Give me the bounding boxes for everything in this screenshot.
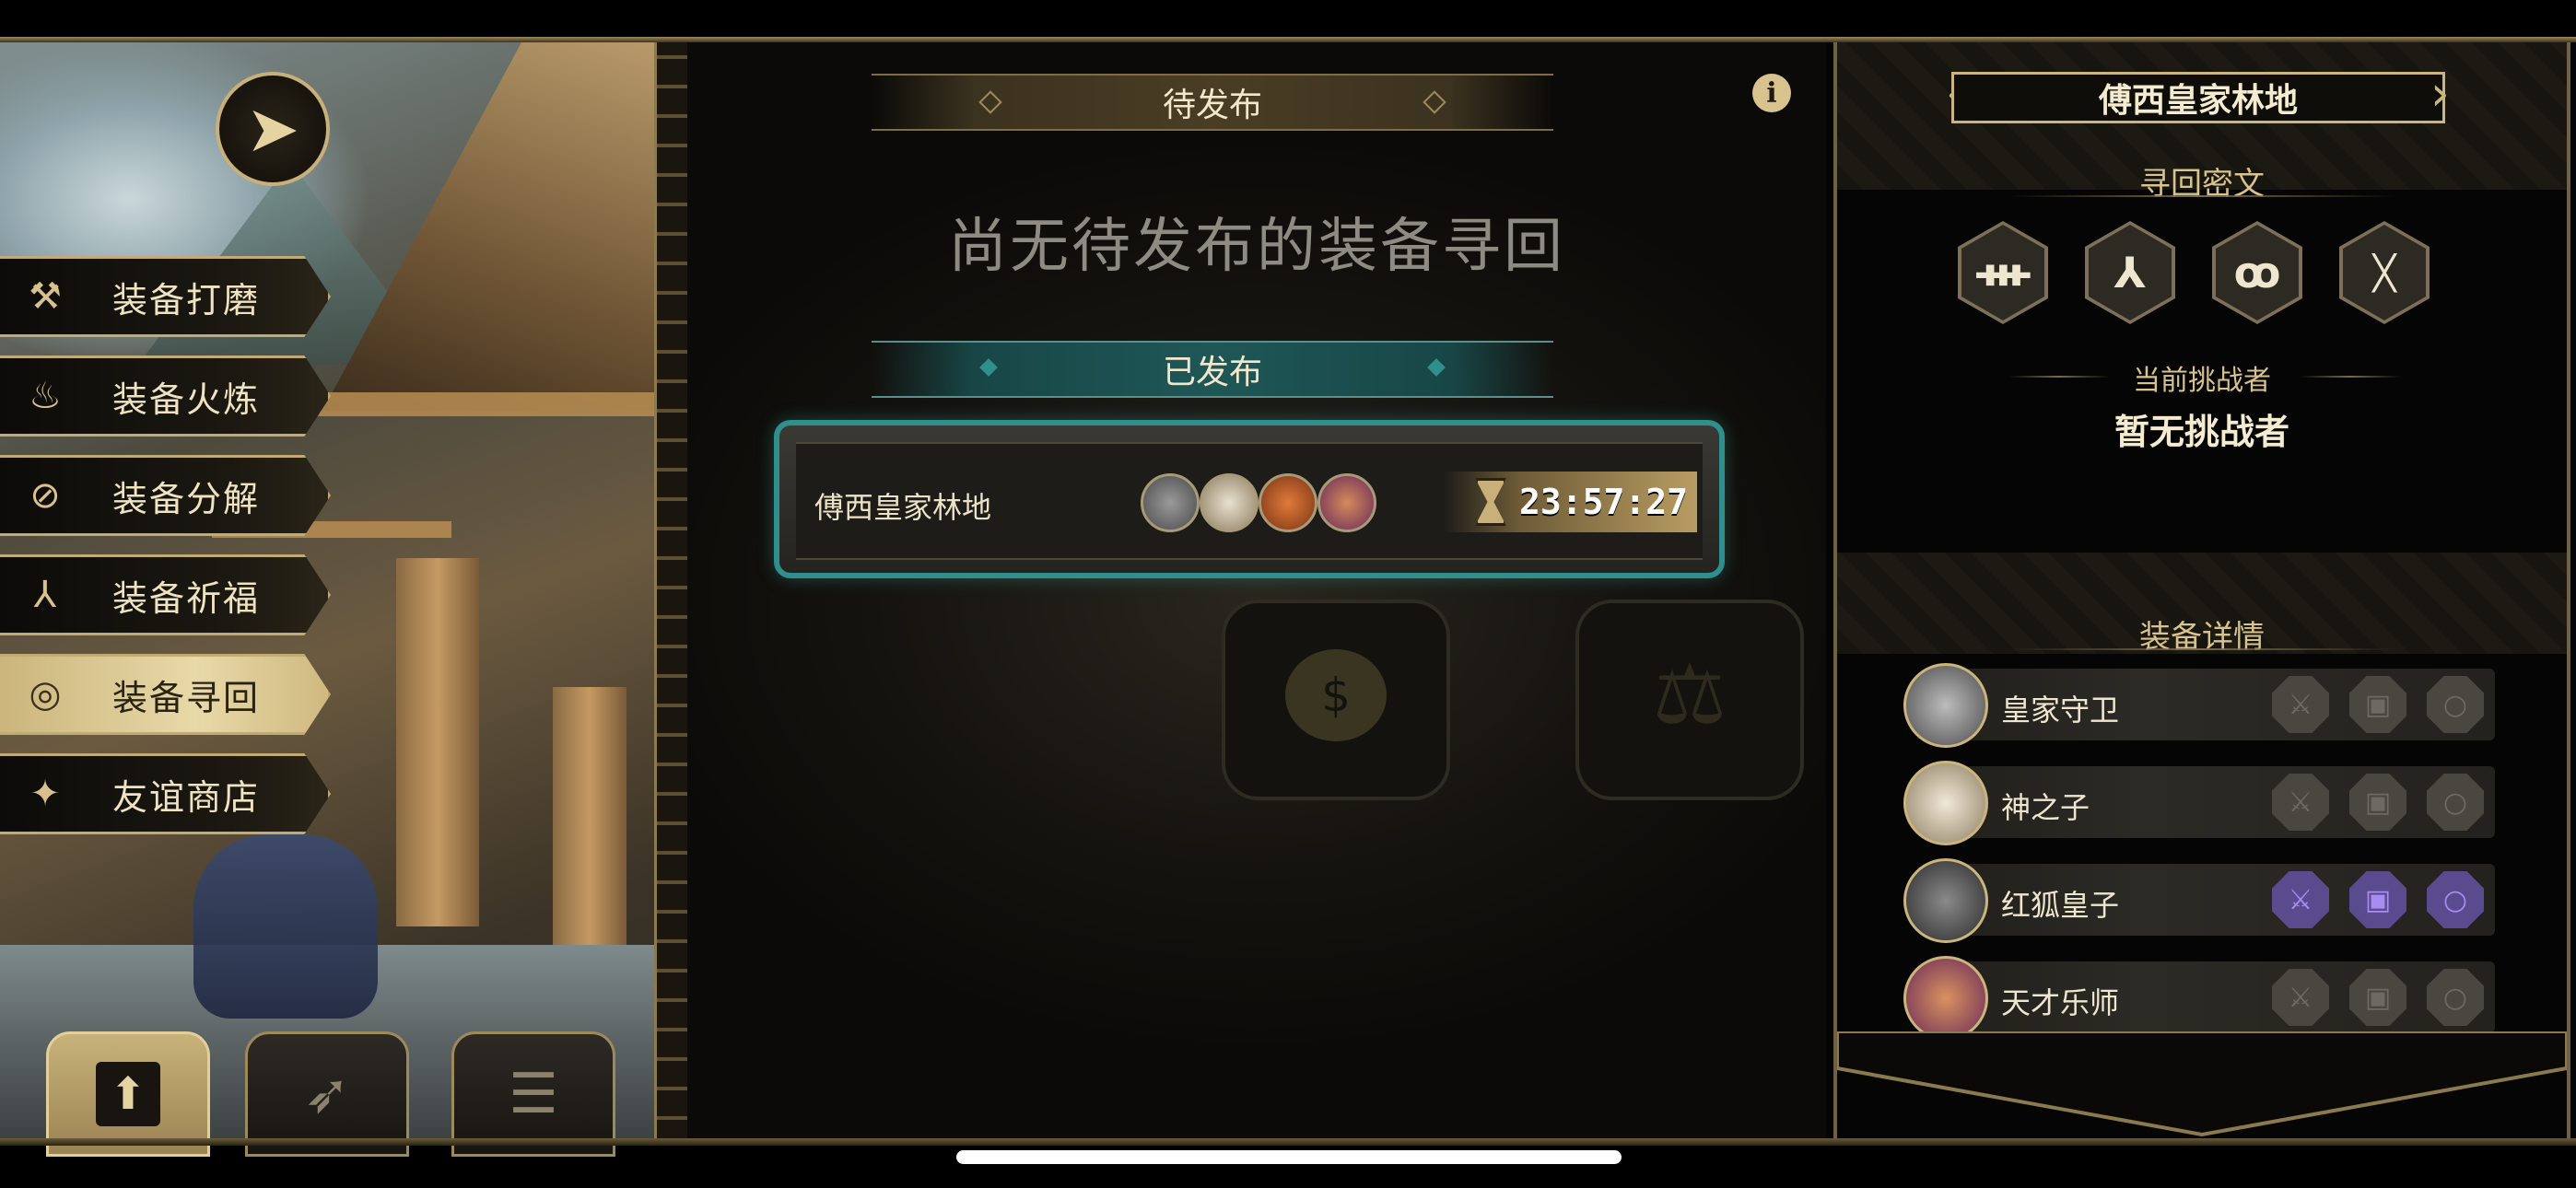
timer-text: 23:57:27: [1518, 482, 1688, 522]
cipher-glyph-text: ꝏ: [2216, 225, 2299, 320]
fox-avatar: [1259, 473, 1317, 532]
pillar: [396, 558, 479, 926]
menu-item-forge[interactable]: ♨ 装备火炼: [0, 355, 331, 437]
character-row[interactable]: 红狐皇子 ⚔ ▣ ○: [1903, 858, 2495, 943]
hat-avatar: [1200, 473, 1259, 532]
disassemble-icon: ⊘: [29, 474, 61, 517]
panel-bottom-ornament: [1837, 1031, 2567, 1137]
location-title-text: 傅西皇家林地: [2098, 82, 2298, 120]
pray-icon: ⅄: [33, 574, 57, 616]
empty-message: 尚无待发布的装备寻回: [948, 213, 1565, 281]
pending-header-label: 待发布: [1162, 87, 1262, 124]
hammer-icon: ⚒: [29, 275, 62, 318]
diamond-ornament: [1423, 90, 1446, 114]
sword-icon: ⚔: [2272, 969, 2329, 1026]
published-card[interactable]: 傅西皇家林地 23:57:27: [774, 420, 1725, 578]
card-location: 傅西皇家林地: [814, 490, 992, 525]
character-row[interactable]: 天才乐师 ⚔ ▣ ○: [1903, 956, 2495, 1041]
target-icon: ◎: [29, 673, 62, 716]
pending-header: 待发布: [872, 74, 1553, 131]
menu-item-retrieve[interactable]: ◎ 装备寻回: [0, 654, 331, 735]
character-row[interactable]: 皇家守卫 ⚔ ▣ ○: [1903, 663, 2495, 748]
bottom-frame-line: [0, 1138, 2576, 1146]
center-panel: $ ⚖ 待发布 尚无待发布的装备寻回 已发布 傅西皇家林地 23:57:27: [687, 42, 1826, 1138]
armor-icon: ▣: [2349, 774, 2406, 831]
musician-avatar: [1903, 956, 1988, 1041]
ring-icon: ○: [2427, 676, 2484, 733]
diamond-ornament: [978, 90, 1002, 114]
published-header: 已发布: [872, 341, 1553, 398]
flame-icon: ♨: [29, 375, 62, 417]
menu-label: 装备祈福: [112, 577, 261, 619]
cipher-glyph-text: ⅄: [2089, 225, 2172, 320]
character-figure: [193, 834, 378, 1019]
ring-icon: ○: [2427, 774, 2484, 831]
ring-icon: ○: [2427, 871, 2484, 928]
info-icon[interactable]: i: [1752, 74, 1791, 112]
hourglass-icon: [1474, 478, 1506, 526]
next-location-icon[interactable]: ›: [2430, 66, 2467, 122]
divider-line: [2300, 376, 2401, 378]
menu-item-pray[interactable]: ⅄ 装备祈福: [0, 554, 331, 635]
menu-label: 装备打磨: [112, 279, 261, 320]
back-button[interactable]: ➤: [216, 72, 330, 186]
challenger-label: 当前挑战者: [2133, 365, 2271, 397]
upload-icon: ⬆: [96, 1062, 160, 1126]
character-name: 红狐皇子: [2001, 888, 2120, 923]
armor-icon: ▣: [2349, 871, 2406, 928]
musician-avatar: [1317, 473, 1376, 532]
menu-label: 友谊商店: [112, 776, 261, 818]
armor-icon: ▣: [2349, 969, 2406, 1026]
cipher-glyph-text: ᚒ: [1961, 225, 2044, 320]
ghost-bubble: $: [1222, 600, 1450, 800]
wolf-avatar: [1903, 858, 1988, 943]
list-icon: ☰: [509, 1062, 558, 1126]
hat-avatar: [1903, 761, 1988, 845]
guard-avatar: [1903, 663, 1988, 748]
divider-line: [2008, 648, 2395, 650]
character-row[interactable]: 神之子 ⚔ ▣ ○: [1903, 761, 2495, 845]
character-name: 天才乐师: [2001, 985, 2120, 1020]
armor-icon: ▣: [2349, 676, 2406, 733]
moneybag-icon: $: [1285, 649, 1387, 741]
building-shape: [322, 42, 654, 411]
timer: 23:57:27: [1443, 472, 1697, 532]
back-arrow-icon: ➤: [245, 91, 300, 167]
character-name: 皇家守卫: [2001, 693, 2120, 728]
menu-label: 装备火炼: [112, 379, 261, 420]
card-inner: 傅西皇家林地 23:57:27: [796, 442, 1703, 560]
home-indicator[interactable]: [956, 1150, 1622, 1164]
fox-icon: ✦: [29, 773, 61, 815]
sword-icon: ⚔: [2272, 871, 2329, 928]
location-title: 傅西皇家林地: [1951, 72, 2445, 123]
published-header-label: 已发布: [1162, 354, 1262, 391]
menu-item-polish[interactable]: ⚒ 装备打磨: [0, 256, 331, 337]
beam: [304, 392, 654, 416]
menu-label: 装备寻回: [112, 677, 261, 718]
sword-icon: ⚔: [2272, 676, 2329, 733]
diamond-ornament: [1427, 358, 1446, 377]
scales-icon: ⚖: [1652, 646, 1727, 743]
divider-line: [2008, 195, 2395, 197]
menu-item-shop[interactable]: ✦ 友谊商店: [0, 753, 331, 834]
guard-avatar: [1141, 473, 1200, 532]
diamond-ornament: [979, 358, 998, 377]
menu-item-disassemble[interactable]: ⊘ 装备分解: [0, 455, 331, 536]
ring-icon: ○: [2427, 969, 2484, 1026]
challenger-value: 暂无挑战者: [2113, 412, 2289, 452]
sword-icon: ⚔: [2272, 774, 2329, 831]
character-name: 神之子: [2001, 790, 2090, 825]
menu-label: 装备分解: [112, 478, 261, 519]
feather-icon: ➶: [303, 1062, 351, 1126]
pillar: [553, 687, 626, 963]
cipher-glyph-text: ᚷ: [2343, 225, 2426, 320]
ghost-bubble: ⚖: [1575, 600, 1804, 800]
